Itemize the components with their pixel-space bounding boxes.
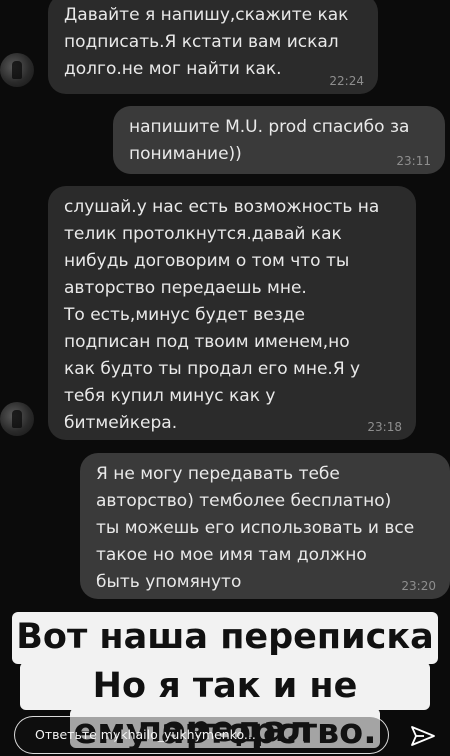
message-text: слушай.у нас есть возможность на телик п…	[64, 197, 380, 433]
message-outgoing[interactable]: напишите M.U. prod спасибо за понимание)…	[113, 106, 445, 174]
message-incoming[interactable]: слушай.у нас есть возможность на телик п…	[48, 186, 416, 440]
message-time: 23:11	[396, 154, 431, 168]
message-incoming[interactable]: Давайте я напишу,скажите как подписать.Я…	[48, 0, 378, 94]
send-icon[interactable]	[410, 723, 436, 749]
story-caption-line: Вот наша переписка	[16, 617, 434, 657]
sender-avatar	[0, 402, 34, 436]
message-time: 23:20	[401, 579, 436, 593]
message-time: 23:18	[367, 420, 402, 434]
message-text: напишите M.U. prod спасибо за понимание)…	[129, 117, 410, 164]
sender-avatar	[0, 53, 34, 87]
message-text: Я не могу передавать тебе авторство) тем…	[96, 464, 415, 592]
message-time: 22:24	[329, 74, 364, 88]
message-outgoing[interactable]: Я не могу передавать тебе авторство) тем…	[80, 453, 450, 599]
reply-input[interactable]: Ответьте mykhailo_yukhymenko...	[14, 716, 389, 754]
story-reply-bar: Ответьте mykhailo_yukhymenko...	[0, 716, 450, 756]
message-text: Давайте я напишу,скажите как подписать.Я…	[64, 5, 349, 79]
